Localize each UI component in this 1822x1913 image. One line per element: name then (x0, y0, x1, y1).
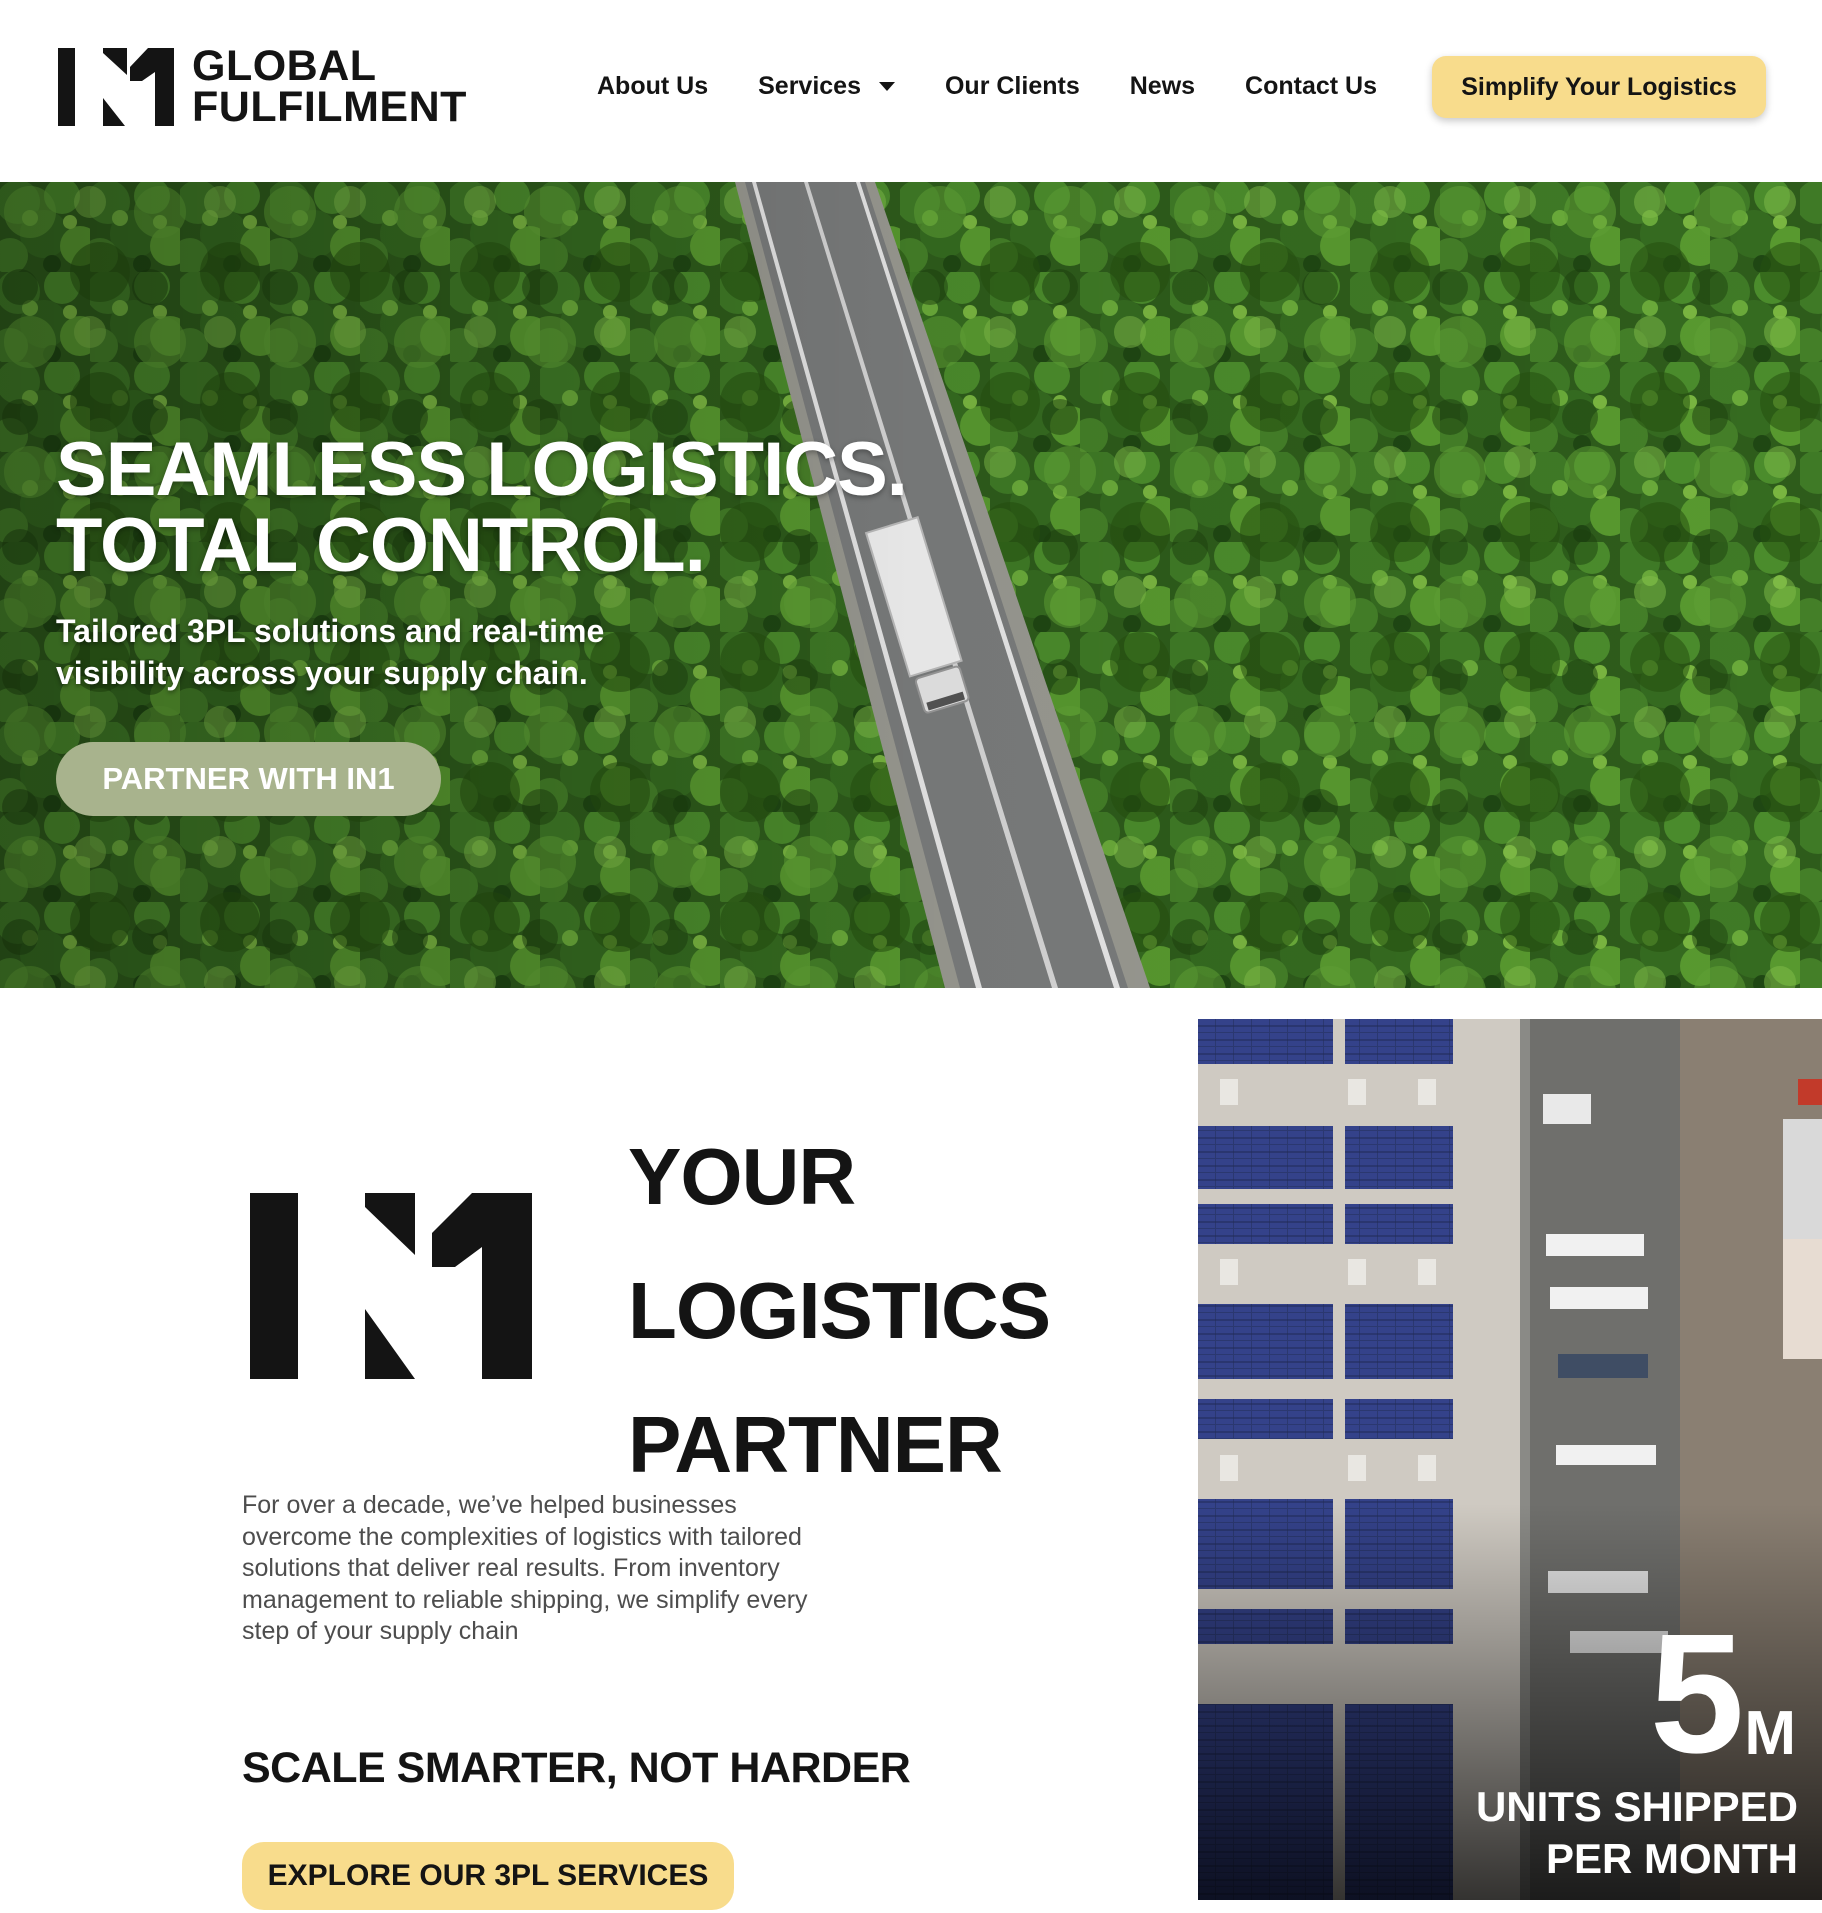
stat-unit: M (1744, 1699, 1796, 1768)
nav-contact-us-label: Contact Us (1245, 71, 1378, 100)
nav-about-us[interactable]: About Us (597, 72, 708, 101)
nav-news[interactable]: News (1130, 72, 1195, 101)
nav-our-clients-label: Our Clients (944, 71, 1080, 100)
explore-3pl-services-button[interactable]: EXPLORE OUR 3PL SERVICES (242, 1842, 734, 1910)
nav-about-us-label: About Us (597, 71, 709, 100)
nav-contact-us[interactable]: Contact Us (1245, 72, 1377, 101)
site-header: GLOBAL FULFILMENT About Us Services Our … (0, 0, 1822, 182)
brand-wordmark: GLOBAL FULFILMENT (192, 42, 467, 131)
about-description: For over a decade, we’ve helped business… (242, 1491, 808, 1645)
nav-our-clients[interactable]: Our Clients (945, 72, 1080, 101)
warehouse-stats-card: 5 M UNITS SHIPPED PER MONTH (1198, 1019, 1822, 1900)
stat-label: UNITS SHIPPED PER MONTH (1476, 1781, 1798, 1885)
chevron-down-icon[interactable] (878, 81, 895, 91)
stat-label-line2: PER MONTH (1546, 1835, 1798, 1882)
nav-services-label: Services (758, 71, 861, 100)
hero-title-line2: TOTAL CONTROL. (56, 503, 706, 588)
logistics-partner-title: YOUR LOGISTICS PARTNER (628, 1110, 1051, 1512)
partner-title-line2: LOGISTICS (628, 1266, 1051, 1355)
partner-with-in1-button[interactable]: PARTNER WITH IN1 (56, 742, 441, 816)
stat-label-line1: UNITS SHIPPED (1475, 1783, 1798, 1830)
stat-number: 5 (1649, 1599, 1745, 1789)
partner-title-line1: YOUR (628, 1132, 856, 1221)
units-shipped-stat: 5 M (1649, 1599, 1796, 1789)
hero-title-line1: SEAMLESS LOGISTICS. (56, 427, 908, 512)
simplify-logistics-button[interactable]: Simplify Your Logistics (1432, 56, 1766, 118)
in1-logo-icon (250, 1193, 532, 1379)
hero-subtitle: Tailored 3PL solutions and real-time vis… (56, 613, 605, 691)
scale-smarter-heading: SCALE SMARTER, NOT HARDER (242, 1744, 911, 1792)
hero-section: SEAMLESS LOGISTICS. TOTAL CONTROL. Tailo… (0, 182, 1822, 988)
hero-title: SEAMLESS LOGISTICS. TOTAL CONTROL. (56, 432, 956, 584)
in1-logo-icon (58, 48, 174, 126)
brand-name-line1: GLOBAL (192, 42, 377, 90)
brand-logo[interactable]: GLOBAL FULFILMENT (58, 42, 467, 131)
nav-news-label: News (1129, 71, 1196, 100)
main-nav: About Us Services Our Clients News Conta… (597, 66, 1427, 106)
brand-name-line2: FULFILMENT (192, 83, 467, 131)
nav-services[interactable]: Services (758, 72, 895, 101)
